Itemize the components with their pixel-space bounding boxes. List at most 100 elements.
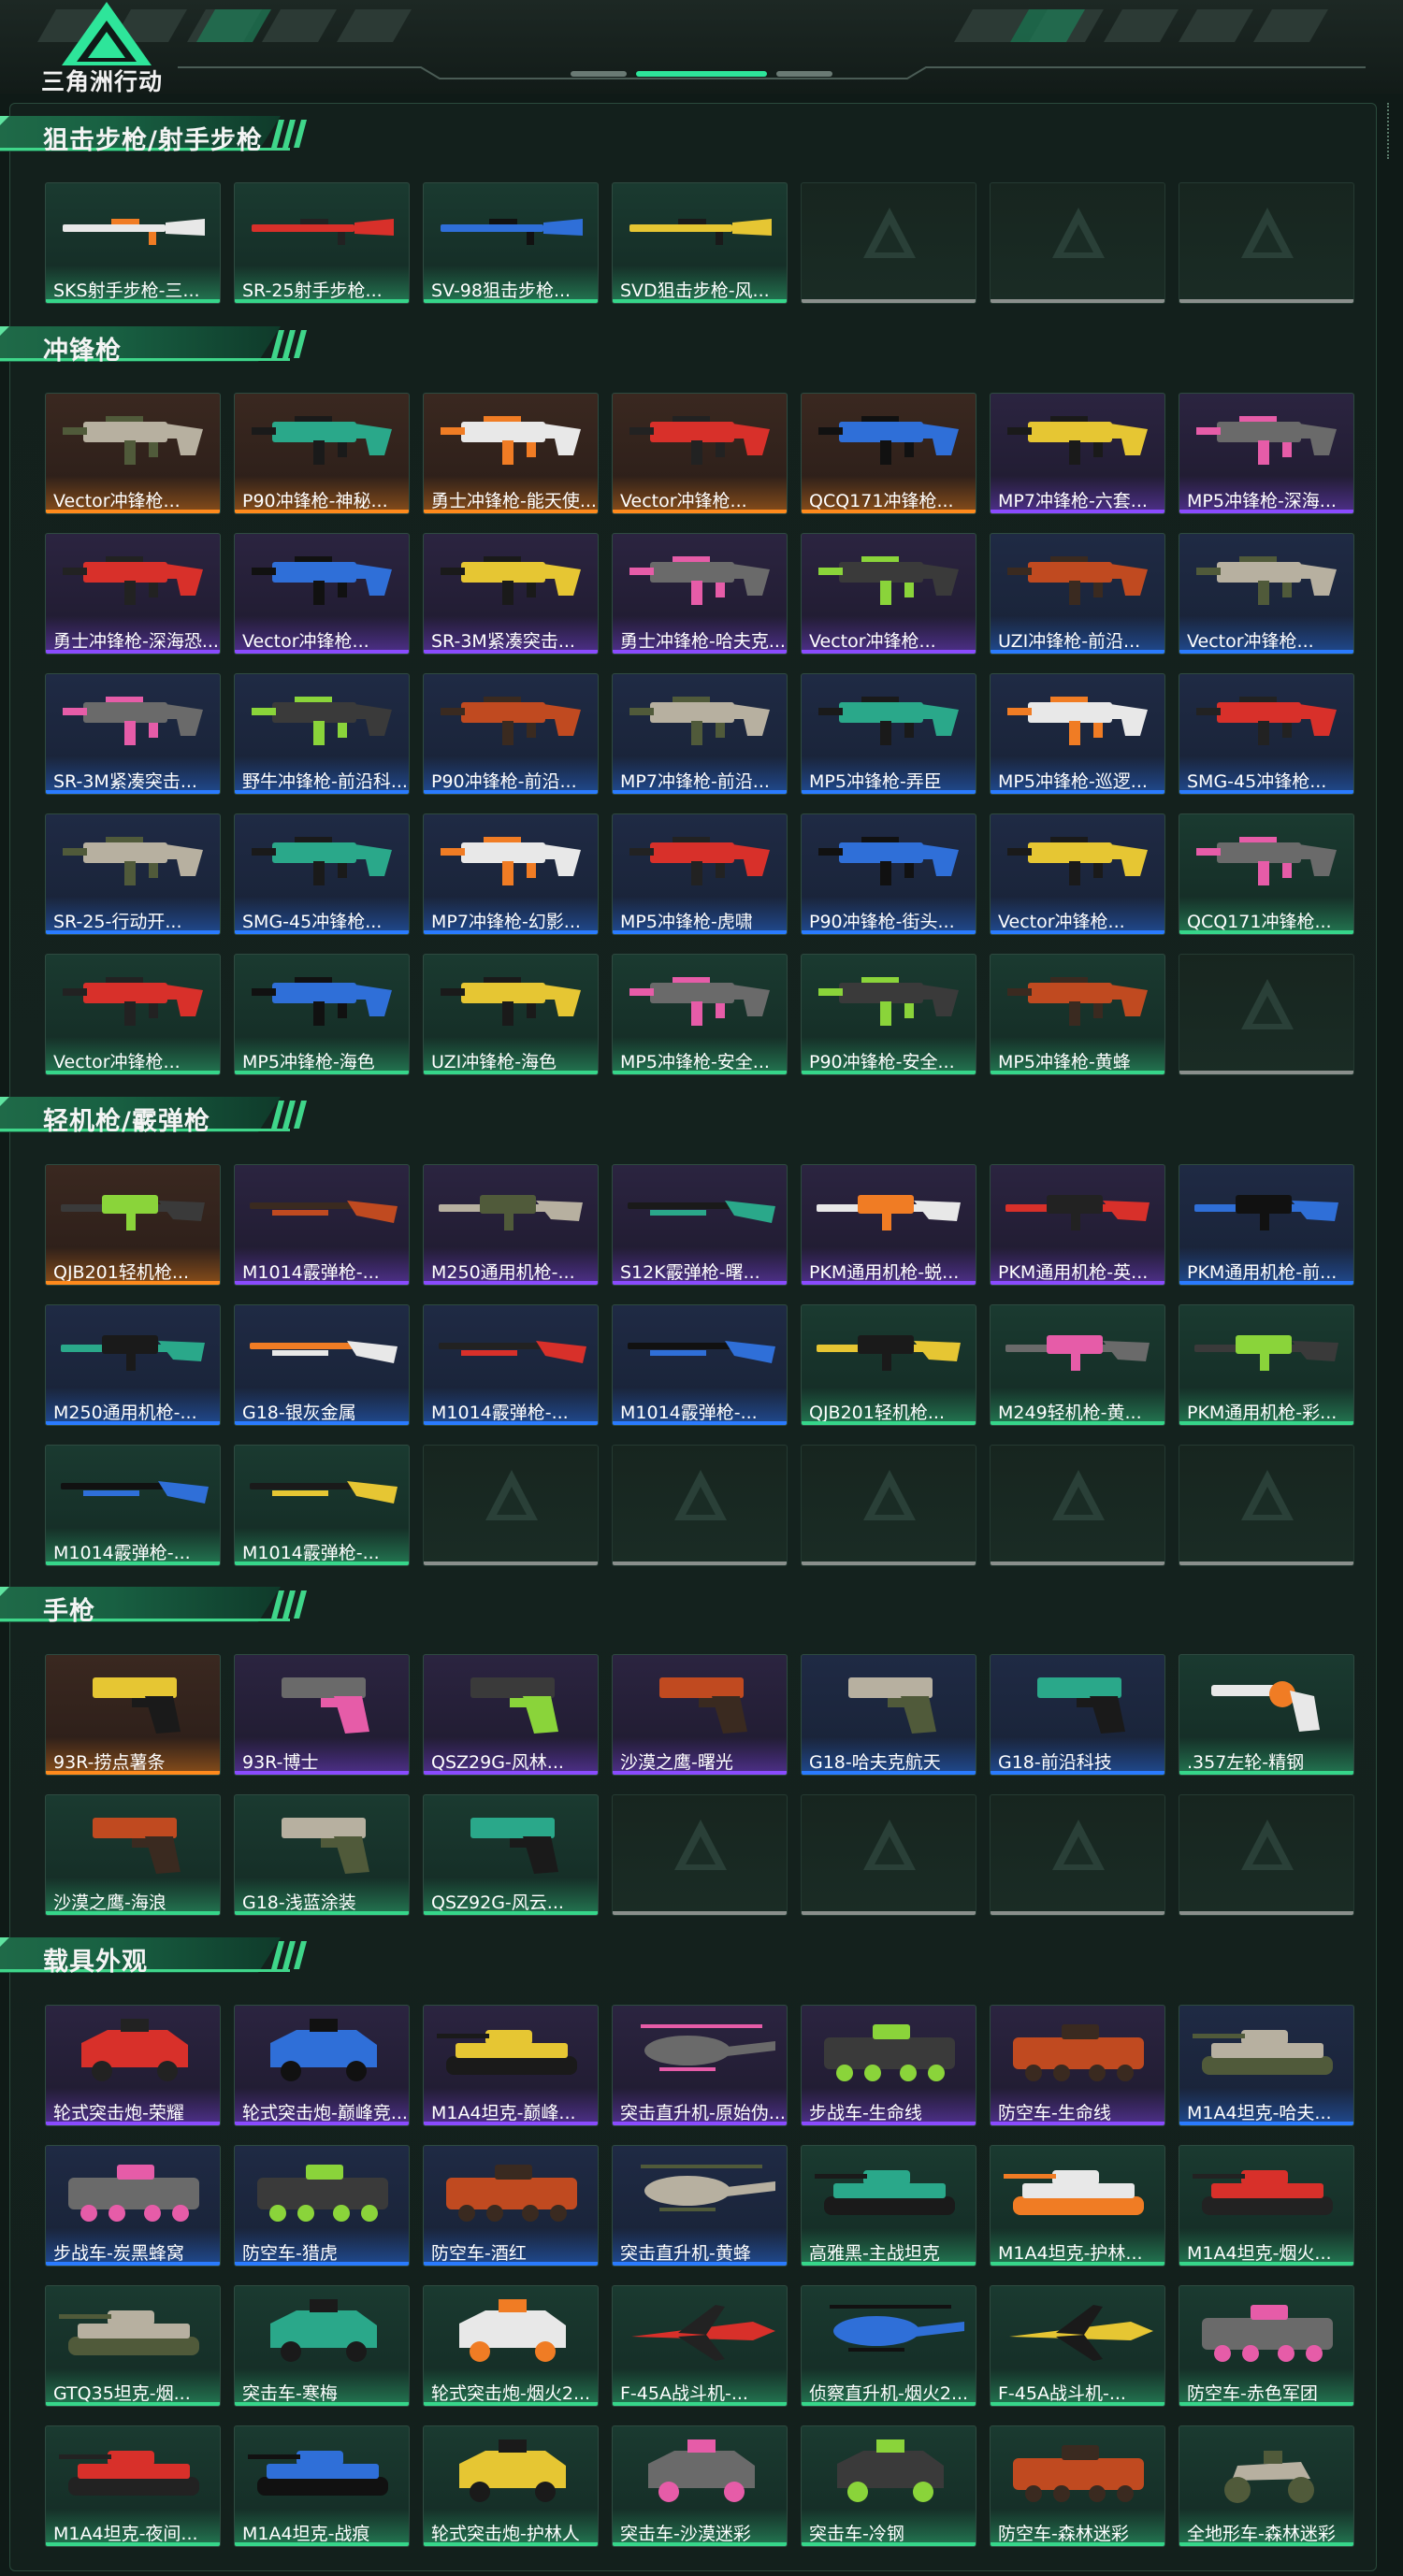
- item-card[interactable]: 防空车-猎虎: [234, 2145, 410, 2267]
- pistol-icon: [93, 1677, 181, 1734]
- item-card[interactable]: GTQ35坦克-烟...: [45, 2285, 221, 2407]
- item-card[interactable]: 步战车-生命线: [801, 2005, 976, 2126]
- item-card[interactable]: PKM通用机枪-彩...: [1179, 1304, 1354, 1426]
- item-card[interactable]: 沙漠之鹰-海浪: [45, 1794, 221, 1916]
- item-card[interactable]: 防空车-赤色军团: [1179, 2285, 1354, 2407]
- item-card[interactable]: F-45A战斗机-...: [990, 2285, 1165, 2407]
- item-name: GTQ35坦克-烟...: [53, 2383, 191, 2404]
- item-card[interactable]: 防空车-酒红: [423, 2145, 599, 2267]
- item-card[interactable]: PKM通用机枪-前...: [1179, 1164, 1354, 1286]
- item-card[interactable]: M1014霰弹枪-...: [234, 1445, 410, 1566]
- item-card[interactable]: SV-98狙击步枪...: [423, 182, 599, 304]
- item-card[interactable]: 轮式突击炮-护林人: [423, 2425, 599, 2547]
- item-card[interactable]: SVD狙击步枪-风...: [612, 182, 788, 304]
- item-card[interactable]: MP5冲锋枪-黄蜂: [990, 954, 1165, 1075]
- item-card[interactable]: M1A4坦克-巅峰...: [423, 2005, 599, 2126]
- item-card[interactable]: 侦察直升机-烟火2...: [801, 2285, 976, 2407]
- item-card[interactable]: QSZ92G-风云...: [423, 1794, 599, 1916]
- smg-icon: [441, 556, 581, 605]
- item-card[interactable]: 轮式突击炮-烟火2...: [423, 2285, 599, 2407]
- item-card[interactable]: SR-25-行动开...: [45, 813, 221, 935]
- item-card[interactable]: UZI冲锋枪-海色: [423, 954, 599, 1075]
- item-card[interactable]: SR-3M紧凑突击...: [45, 673, 221, 795]
- item-card[interactable]: M1014霰弹枪-...: [45, 1445, 221, 1566]
- item-card[interactable]: M249轻机枪-黄...: [990, 1304, 1165, 1426]
- item-card[interactable]: 野牛冲锋枪-前沿科...: [234, 673, 410, 795]
- item-card[interactable]: M1A4坦克-护林...: [990, 2145, 1165, 2267]
- item-card[interactable]: MP7冲锋枪-幻影...: [423, 813, 599, 935]
- item-card[interactable]: M1014霰弹枪-...: [612, 1304, 788, 1426]
- item-card[interactable]: Vector冲锋枪...: [45, 954, 221, 1075]
- item-card[interactable]: Vector冲锋枪...: [612, 393, 788, 514]
- item-card[interactable]: M250通用机枪-...: [45, 1304, 221, 1426]
- item-card[interactable]: P90冲锋枪-前沿...: [423, 673, 599, 795]
- item-card[interactable]: 勇士冲锋枪-深海恐...: [45, 533, 221, 655]
- item-card[interactable]: SMG-45冲锋枪...: [1179, 673, 1354, 795]
- item-card[interactable]: F-45A战斗机-...: [612, 2285, 788, 2407]
- item-card[interactable]: 突击直升机-原始伪...: [612, 2005, 788, 2126]
- item-card[interactable]: M1014霰弹枪-...: [423, 1304, 599, 1426]
- item-card[interactable]: P90冲锋枪-神秘...: [234, 393, 410, 514]
- item-card[interactable]: 防空车-森林迷彩: [990, 2425, 1165, 2547]
- item-card[interactable]: UZI冲锋枪-前沿...: [990, 533, 1165, 655]
- item-card[interactable]: Vector冲锋枪...: [801, 533, 976, 655]
- smg-icon: [441, 697, 581, 745]
- item-card[interactable]: G18-银灰金属: [234, 1304, 410, 1426]
- item-card[interactable]: Vector冲锋枪...: [234, 533, 410, 655]
- item-card[interactable]: 轮式突击炮-巅峰竞...: [234, 2005, 410, 2126]
- item-card[interactable]: 轮式突击炮-荣耀: [45, 2005, 221, 2126]
- scrollbar[interactable]: [1387, 103, 1393, 159]
- item-card[interactable]: M1A4坦克-夜间...: [45, 2425, 221, 2547]
- item-card[interactable]: SKS射手步枪-三...: [45, 182, 221, 304]
- item-card[interactable]: MP5冲锋枪-虎啸: [612, 813, 788, 935]
- item-card[interactable]: SR-25射手步枪...: [234, 182, 410, 304]
- item-card[interactable]: MP5冲锋枪-深海...: [1179, 393, 1354, 514]
- item-card[interactable]: MP5冲锋枪-安全...: [612, 954, 788, 1075]
- item-card[interactable]: 防空车-生命线: [990, 2005, 1165, 2126]
- item-card[interactable]: G18-哈夫克航天: [801, 1654, 976, 1776]
- item-card[interactable]: M1A4坦克-烟火...: [1179, 2145, 1354, 2267]
- item-card[interactable]: 突击车-沙漠迷彩: [612, 2425, 788, 2547]
- item-card[interactable]: SR-3M紧凑突击...: [423, 533, 599, 655]
- item-name: G18-银灰金属: [242, 1403, 356, 1423]
- item-card[interactable]: 勇士冲锋枪-哈夫克...: [612, 533, 788, 655]
- item-card[interactable]: Vector冲锋枪...: [1179, 533, 1354, 655]
- item-card[interactable]: S12K霰弹枪-曙...: [612, 1164, 788, 1286]
- item-card[interactable]: MP5冲锋枪-巡逻...: [990, 673, 1165, 795]
- item-card[interactable]: MP5冲锋枪-海色: [234, 954, 410, 1075]
- item-card[interactable]: 沙漠之鹰-曙光: [612, 1654, 788, 1776]
- item-card[interactable]: 全地形车-森林迷彩: [1179, 2425, 1354, 2547]
- item-card[interactable]: QJB201轻机枪...: [801, 1304, 976, 1426]
- item-card[interactable]: MP7冲锋枪-六套...: [990, 393, 1165, 514]
- item-card[interactable]: MP5冲锋枪-弄臣: [801, 673, 976, 795]
- item-card[interactable]: SMG-45冲锋枪...: [234, 813, 410, 935]
- machine-gun-icon: [817, 1335, 961, 1371]
- item-card[interactable]: QSZ29G-风林...: [423, 1654, 599, 1776]
- item-card[interactable]: 突击车-冷钢: [801, 2425, 976, 2547]
- item-card[interactable]: QJB201轻机枪...: [45, 1164, 221, 1286]
- item-card[interactable]: .357左轮-精钢: [1179, 1654, 1354, 1776]
- item-card[interactable]: Vector冲锋枪...: [45, 393, 221, 514]
- item-card[interactable]: QCQ171冲锋枪...: [1179, 813, 1354, 935]
- item-card[interactable]: 高雅黑-主战坦克: [801, 2145, 976, 2267]
- item-card[interactable]: M1A4坦克-哈夫...: [1179, 2005, 1354, 2126]
- item-card[interactable]: Vector冲锋枪...: [990, 813, 1165, 935]
- item-card[interactable]: M1A4坦克-战痕: [234, 2425, 410, 2547]
- item-card[interactable]: M1014霰弹枪-...: [234, 1164, 410, 1286]
- item-card[interactable]: P90冲锋枪-街头...: [801, 813, 976, 935]
- item-card[interactable]: PKM通用机枪-蜕...: [801, 1164, 976, 1286]
- item-card[interactable]: 步战车-炭黑蜂窝: [45, 2145, 221, 2267]
- item-card[interactable]: M250通用机枪-...: [423, 1164, 599, 1286]
- item-card[interactable]: 93R-捞点薯条: [45, 1654, 221, 1776]
- item-card[interactable]: G18-浅蓝涂装: [234, 1794, 410, 1916]
- item-card[interactable]: G18-前沿科技: [990, 1654, 1165, 1776]
- item-card[interactable]: 勇士冲锋枪-能天使...: [423, 393, 599, 514]
- item-card[interactable]: 突击车-寒梅: [234, 2285, 410, 2407]
- item-card[interactable]: PKM通用机枪-英...: [990, 1164, 1165, 1286]
- item-card[interactable]: P90冲锋枪-安全...: [801, 954, 976, 1075]
- item-card[interactable]: QCQ171冲锋枪...: [801, 393, 976, 514]
- item-card[interactable]: 突击直升机-黄蜂: [612, 2145, 788, 2267]
- item-card[interactable]: 93R-博士: [234, 1654, 410, 1776]
- placeholder-logo-icon: [1052, 1820, 1105, 1870]
- item-card[interactable]: MP7冲锋枪-前沿...: [612, 673, 788, 795]
